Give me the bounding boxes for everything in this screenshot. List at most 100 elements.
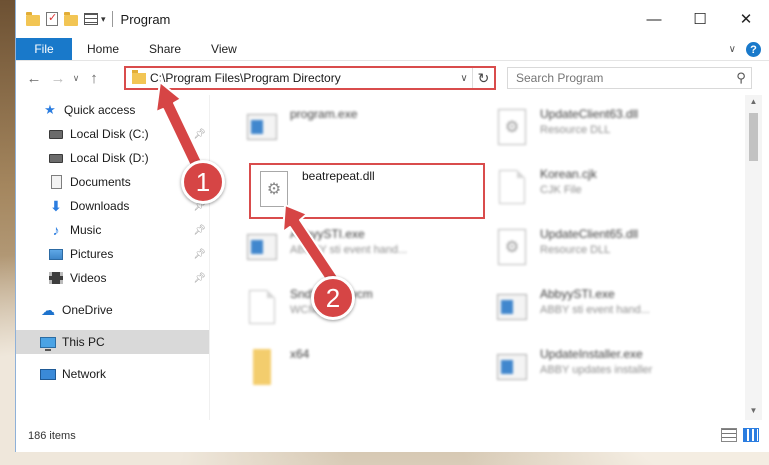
recent-locations-icon[interactable]: ∨ (70, 73, 82, 84)
navigation-bar: ← → ∨ ↑ C:\Program Files\Program Directo… (16, 61, 769, 95)
sidebar-item-local-disk-d[interactable]: Local Disk (D:) (16, 146, 209, 170)
sidebar-item-music[interactable]: ♪ Music 📌︎ (16, 218, 209, 242)
item-count: 186 items (28, 430, 76, 442)
file-name: AbbyySTI.exe (290, 227, 365, 241)
step-2-badge: 2 (311, 276, 355, 320)
pin-icon[interactable]: 📌︎ (193, 129, 206, 140)
onedrive-icon: ☁ (41, 301, 55, 318)
dll-gear-icon: ⚙ (498, 229, 526, 265)
scrollbar-thumb[interactable] (749, 113, 758, 161)
sidebar-item-onedrive[interactable]: ☁ OneDrive (16, 298, 209, 322)
documents-icon (50, 175, 62, 189)
ribbon-right-controls: ∨ ? (729, 38, 761, 61)
network-icon (40, 368, 56, 380)
ribbon-tabs: File Home Share View ∨ ? (16, 38, 769, 61)
pin-icon[interactable]: 📌︎ (193, 273, 206, 284)
search-input[interactable] (508, 71, 731, 85)
file-item[interactable]: AbbyySTI.exe ABBYY sti event hand... (240, 223, 478, 281)
maximize-button[interactable]: ☐ (677, 0, 723, 38)
exe-window-icon (247, 234, 277, 260)
exe-window-icon (497, 294, 527, 320)
refresh-icon[interactable]: ↻ (472, 68, 494, 88)
minimize-button[interactable]: — (631, 0, 677, 38)
vertical-scrollbar[interactable]: ▲ ▼ (745, 95, 762, 420)
help-icon[interactable]: ? (746, 42, 761, 57)
sidebar-item-quick-access[interactable]: ★ Quick access (16, 98, 209, 122)
file-item[interactable]: UpdateInstaller.exe ABBY updates install… (490, 343, 728, 401)
sidebar-item-label: Pictures (70, 247, 114, 261)
sidebar-item-this-pc[interactable]: This PC (16, 330, 209, 354)
step-1-badge: 1 (181, 160, 225, 204)
navigation-pane: ★ Quick access Local Disk (C:) 📌︎ Local … (16, 98, 209, 420)
tiles-view-icon[interactable] (743, 428, 759, 442)
details-view-icon[interactable] (721, 428, 737, 442)
sidebar-item-label: Downloads (70, 199, 130, 213)
title-separator (111, 11, 113, 27)
address-bar[interactable]: C:\Program Files\Program Directory ∨ ↻ (124, 66, 496, 90)
file-item[interactable]: program.exe (240, 103, 478, 161)
sidebar-item-label: Quick access (64, 103, 136, 117)
sidebar-item-videos[interactable]: Videos 📌︎ (16, 266, 209, 290)
new-folder-icon[interactable] (64, 11, 78, 26)
close-button[interactable]: ✕ (723, 0, 769, 38)
file-item[interactable]: AbbyySTI.exe ABBY sti event hand... (490, 283, 728, 341)
file-type: CJK File (540, 184, 582, 196)
sidebar-item-label: Music (70, 223, 102, 237)
address-path[interactable]: C:\Program Files\Program Directory (150, 71, 456, 85)
view-toggle (721, 428, 759, 442)
up-button[interactable]: ↑ (82, 66, 106, 90)
file-item[interactable]: x64 (240, 343, 478, 401)
back-button[interactable]: ← (22, 66, 46, 90)
folder-icon (253, 349, 271, 385)
file-item[interactable]: Korean.cjk CJK File (490, 163, 728, 221)
customize-toolbar-icon[interactable] (84, 13, 98, 25)
pin-icon[interactable]: 📌︎ (193, 249, 206, 260)
highlight-box (249, 163, 485, 219)
videos-icon (49, 272, 63, 284)
file-type: Resource DLL (540, 244, 611, 256)
tab-share[interactable]: Share (134, 38, 196, 60)
file-type: Resource DLL (540, 124, 611, 136)
window-controls: — ☐ ✕ (631, 0, 769, 38)
pictures-icon (49, 248, 63, 260)
chevron-down-icon[interactable]: ∨ (456, 73, 472, 84)
tab-view[interactable]: View (196, 38, 252, 60)
window-title: Program (120, 11, 171, 27)
file-name: UpdateClient63.dll (540, 107, 639, 121)
file-item[interactable]: ⚙ UpdateClient65.dll Resource DLL (490, 223, 728, 281)
file-name: UpdateInstaller.exe (540, 347, 643, 361)
folder-icon (26, 11, 40, 26)
exe-window-icon (497, 354, 527, 380)
file-name: UpdateClient65.dll (540, 227, 639, 241)
forward-button[interactable]: → (46, 66, 70, 90)
sidebar-item-downloads[interactable]: ⬇ Downloads 📌︎ (16, 194, 209, 218)
properties-icon[interactable] (46, 11, 58, 26)
file-name: Korean.cjk (540, 167, 597, 181)
sidebar-item-pictures[interactable]: Pictures 📌︎ (16, 242, 209, 266)
pin-icon[interactable]: 📌︎ (193, 225, 206, 236)
file-item[interactable]: SndVol...5.wcm WCM... (240, 283, 478, 341)
sidebar-item-local-disk-c[interactable]: Local Disk (C:) 📌︎ (16, 122, 209, 146)
tab-home[interactable]: Home (72, 38, 134, 60)
music-icon: ♪ (52, 222, 60, 238)
sidebar-item-network[interactable]: Network (16, 362, 209, 386)
file-name: AbbyySTI.exe (540, 287, 615, 301)
sidebar-item-label: OneDrive (62, 303, 113, 317)
blank-file-icon (249, 290, 275, 324)
chevron-down-icon[interactable]: ▾ (101, 14, 106, 25)
folder-icon (132, 69, 146, 84)
sidebar-item-label: Videos (70, 271, 107, 285)
sidebar-item-label: Local Disk (C:) (70, 127, 149, 141)
file-type: ABBYY sti event hand... (290, 244, 408, 256)
search-icon[interactable]: ⚲ (731, 70, 751, 86)
scroll-down-icon[interactable]: ▼ (745, 406, 762, 420)
file-item[interactable]: ⚙ UpdateClient63.dll Resource DLL (490, 103, 728, 161)
dll-gear-icon: ⚙ (498, 109, 526, 145)
blank-file-icon (499, 170, 525, 204)
tab-file[interactable]: File (16, 38, 72, 60)
download-icon: ⬇ (50, 197, 62, 214)
scroll-up-icon[interactable]: ▲ (745, 97, 762, 111)
expand-ribbon-icon[interactable]: ∨ (729, 44, 736, 55)
search-box[interactable]: ⚲ (507, 67, 752, 89)
sidebar-item-label: This PC (62, 335, 105, 349)
